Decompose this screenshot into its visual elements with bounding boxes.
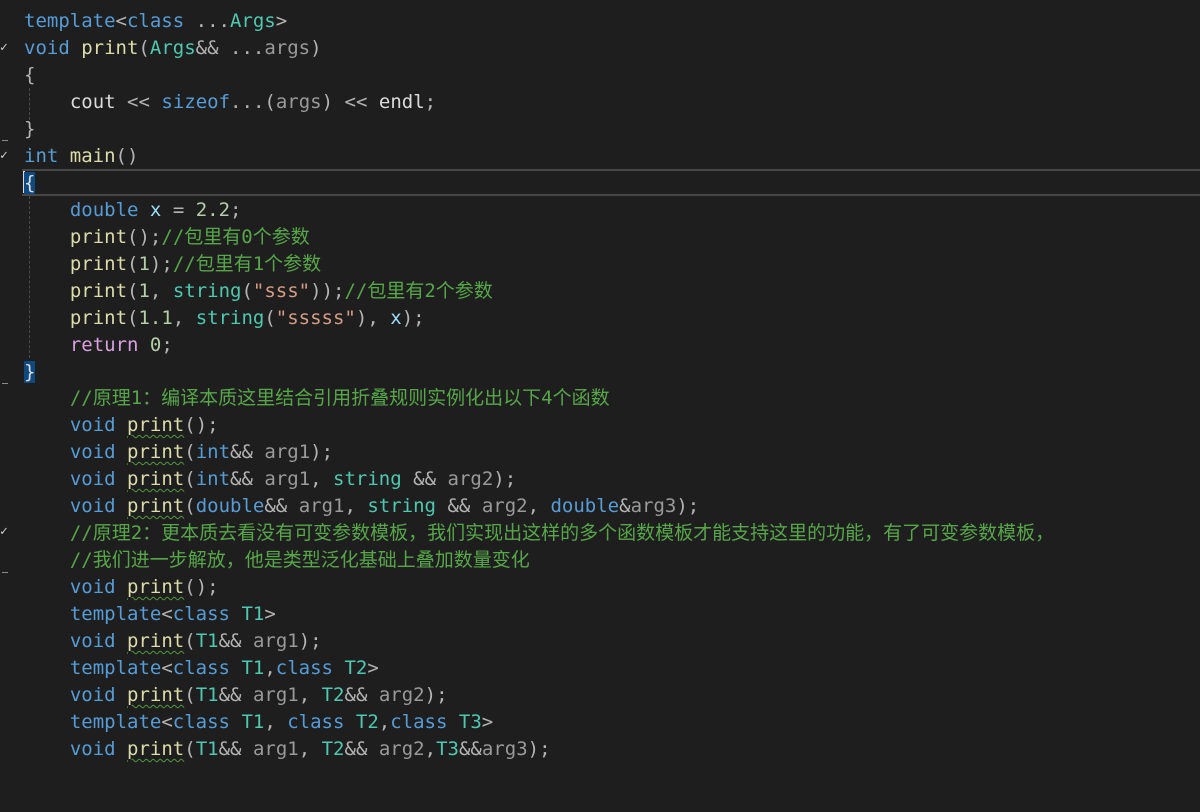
- code-line[interactable]: void print(int&& arg1, string && arg2);: [24, 466, 516, 493]
- code-line[interactable]: //我们进一步解放，他是类型泛化基础上叠加数量变化: [24, 547, 530, 574]
- code-line[interactable]: print(1.1, string("sssss"), x);: [24, 305, 425, 332]
- code-line[interactable]: print();//包里有0个参数: [24, 224, 310, 251]
- code-line[interactable]: void print();: [24, 574, 219, 601]
- code-line[interactable]: //原理1：编译本质这里结合引用折叠规则实例化出以下4个函数: [24, 385, 610, 412]
- code-line[interactable]: void print(Args&& ...args): [24, 35, 322, 62]
- code-line[interactable]: double x = 2.2;: [24, 197, 242, 224]
- code-line[interactable]: template<class ...Args>: [24, 8, 287, 35]
- code-line[interactable]: return 0;: [24, 332, 173, 359]
- fold-end-marker: [2, 572, 8, 573]
- code-line[interactable]: void print(T1&& arg1, T2&& arg2);: [24, 682, 448, 709]
- code-editor[interactable]: ✓ ✓ ✓ template<class ...Args> void print…: [0, 0, 1200, 812]
- fold-toggle-main[interactable]: ✓: [0, 142, 12, 169]
- code-line[interactable]: cout << sizeof...(args) << endl;: [24, 89, 436, 116]
- code-line[interactable]: //原理2：更本质去看没有可变参数模板，我们实现出这样的多个函数模板才能支持这里…: [24, 520, 1054, 547]
- code-line[interactable]: print(1);//包里有1个参数: [24, 251, 321, 278]
- code-line[interactable]: void print();: [24, 412, 219, 439]
- code-line[interactable]: print(1, string("sss"));//包里有2个参数: [24, 278, 493, 305]
- code-line[interactable]: }: [24, 359, 36, 386]
- code-line[interactable]: template<class T1, class T2,class T3>: [24, 709, 493, 736]
- code-line[interactable]: void print(T1&& arg1, T2&& arg2,T3&&arg3…: [24, 736, 551, 763]
- code-line[interactable]: void print(int&& arg1);: [24, 439, 333, 466]
- fold-toggle-comment[interactable]: ✓: [0, 518, 12, 545]
- code-line[interactable]: {: [24, 62, 35, 89]
- code-line[interactable]: int main(): [24, 143, 138, 170]
- code-line[interactable]: }: [24, 116, 35, 143]
- code-line[interactable]: void print(T1&& arg1);: [24, 628, 322, 655]
- fold-end-marker: [2, 383, 8, 384]
- code-line[interactable]: void print(double&& arg1, string && arg2…: [24, 493, 699, 520]
- fold-end-marker: [2, 140, 8, 141]
- fold-gutter: ✓ ✓ ✓: [0, 0, 20, 812]
- code-line[interactable]: {: [24, 170, 36, 197]
- current-line-highlight: [22, 169, 1200, 196]
- code-line[interactable]: template<class T1,class T2>: [24, 655, 379, 682]
- fold-toggle-print[interactable]: ✓: [0, 34, 12, 61]
- code-line[interactable]: template<class T1>: [24, 601, 276, 628]
